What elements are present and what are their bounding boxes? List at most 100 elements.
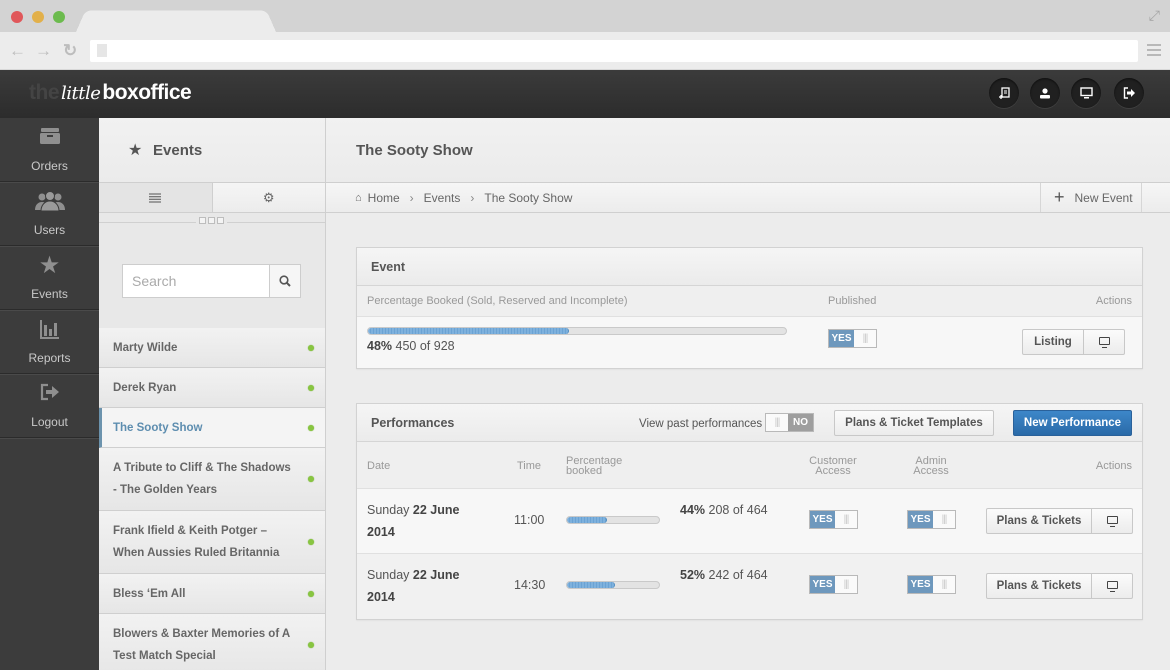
view-performance-button[interactable] xyxy=(1092,574,1132,598)
events-panel-title: Events xyxy=(153,142,203,159)
new-note-button[interactable] xyxy=(989,78,1019,108)
view-listing-button[interactable] xyxy=(1084,330,1124,354)
column-header-actions: Actions xyxy=(1095,460,1132,472)
browser-menu-icon[interactable] xyxy=(1147,44,1161,59)
plans-tickets-label: Plans & Tickets xyxy=(996,580,1082,592)
logo-the: the xyxy=(29,81,60,104)
nav-item-reports[interactable]: Reports xyxy=(0,310,99,374)
browser-tab[interactable] xyxy=(76,10,276,32)
minimize-window-button[interactable] xyxy=(32,11,44,23)
status-dot xyxy=(308,424,314,431)
column-header-actions: Actions xyxy=(1095,295,1132,307)
nav-item-users[interactable]: Users xyxy=(0,182,99,246)
forward-icon[interactable]: → xyxy=(35,41,52,61)
user-icon xyxy=(1040,88,1050,99)
plus-icon: + xyxy=(1054,187,1065,207)
booked-percent: 44% xyxy=(680,503,706,517)
monitor-icon xyxy=(1106,581,1118,592)
nav-item-events[interactable]: ★ Events xyxy=(0,246,99,310)
event-list-item[interactable]: Blowers & Baxter Memories of A Test Matc… xyxy=(99,614,325,670)
performance-date: Sunday 22 June 2014 xyxy=(367,564,487,608)
performance-date: Sunday 22 June 2014 xyxy=(367,499,487,543)
back-icon[interactable]: ← xyxy=(9,41,26,61)
maximize-window-button[interactable] xyxy=(53,11,65,23)
plans-tickets-button[interactable]: Plans & Tickets xyxy=(987,509,1092,533)
chevron-right-icon: › xyxy=(409,191,414,205)
toggle-grip: ||| xyxy=(843,579,850,590)
performance-booked: 44% 208 of 464 xyxy=(680,499,770,521)
column-header-published: Published xyxy=(828,295,877,307)
breadcrumb-current: The Sooty Show xyxy=(484,191,573,205)
event-panel: Event Percentage Booked (Sold, Reserved … xyxy=(356,247,1143,369)
performance-time: 14:30 xyxy=(514,578,546,592)
column-header-time: Time xyxy=(517,460,542,472)
view-past-toggle[interactable]: ||| NO xyxy=(765,413,814,432)
admin-access-toggle[interactable]: YES ||| xyxy=(907,575,956,594)
archive-icon xyxy=(0,127,99,151)
toggle-grip: ||| xyxy=(843,514,850,525)
event-list-item[interactable]: Frank Ifield & Keith Potger – When Aussi… xyxy=(99,511,325,574)
address-bar[interactable] xyxy=(90,40,1138,62)
view-performance-button[interactable] xyxy=(1092,509,1132,533)
monitor-icon xyxy=(1079,87,1093,99)
breadcrumb-events[interactable]: Events xyxy=(424,191,461,205)
toggle-state: NO xyxy=(788,414,813,431)
tab-settings[interactable]: ⚙ xyxy=(212,183,325,212)
sign-out-button[interactable] xyxy=(1114,78,1144,108)
breadcrumb-bar: ⌂ Home › Events › The Sooty Show + New E… xyxy=(326,183,1170,213)
admin-access-toggle[interactable]: YES ||| xyxy=(907,510,956,529)
fullscreen-icon[interactable]: ⤢ xyxy=(1149,7,1160,24)
event-list-item[interactable]: Bless ‘Em All xyxy=(99,574,325,614)
plans-tickets-button[interactable]: Plans & Tickets xyxy=(987,574,1092,598)
status-dot xyxy=(308,476,314,482)
event-list-item[interactable]: Marty Wilde xyxy=(99,328,325,368)
search-button[interactable] xyxy=(269,265,300,297)
plans-tickets-label: Plans & Tickets xyxy=(996,515,1082,527)
status-dot xyxy=(308,590,314,597)
close-window-button[interactable] xyxy=(11,11,23,23)
nav-label: Orders xyxy=(31,159,68,173)
event-name: Bless ‘Em All xyxy=(113,587,186,600)
page-header: The Sooty Show xyxy=(326,118,1170,183)
nav-item-orders[interactable]: Orders xyxy=(0,118,99,182)
plans-templates-label: Plans & Ticket Templates xyxy=(845,417,983,429)
listing-button[interactable]: Listing xyxy=(1023,330,1084,354)
toggle-grip: ||| xyxy=(941,514,948,525)
user-button[interactable] xyxy=(1030,78,1060,108)
monitor-icon xyxy=(1106,516,1118,527)
breadcrumb-home[interactable]: Home xyxy=(368,191,400,205)
toggle-state: YES xyxy=(908,576,933,593)
listing-label: Listing xyxy=(1034,336,1072,348)
customer-access-toggle[interactable]: YES ||| xyxy=(809,510,858,529)
logo[interactable]: the littleboxoffice xyxy=(29,81,192,105)
drag-handle[interactable] xyxy=(99,213,325,231)
event-search xyxy=(122,264,301,298)
tab-list-view[interactable] xyxy=(99,183,213,212)
performance-booked: 52% 242 of 464 xyxy=(680,564,770,586)
event-panel-header: Event xyxy=(357,248,1142,286)
event-list-item-selected[interactable]: The Sooty Show xyxy=(99,408,325,448)
plans-templates-button[interactable]: Plans & Ticket Templates xyxy=(834,410,994,436)
progress-fill xyxy=(567,517,608,523)
customer-access-toggle[interactable]: YES ||| xyxy=(809,575,858,594)
search-input[interactable] xyxy=(123,265,269,297)
new-event-button[interactable]: + New Event xyxy=(1040,183,1142,212)
published-toggle[interactable]: YES ||| xyxy=(828,329,877,348)
breadcrumb: ⌂ Home › Events › The Sooty Show xyxy=(355,191,572,205)
events-panel-header: ★ Events xyxy=(99,118,325,183)
new-performance-button[interactable]: New Performance xyxy=(1013,410,1132,436)
reload-icon[interactable]: ↻ xyxy=(63,41,77,61)
performance-row: Sunday 22 June 2014 11:00 44% 208 of 464… xyxy=(357,489,1142,554)
nav-item-logout[interactable]: Logout xyxy=(0,374,99,438)
events-panel-tabs: ⚙ xyxy=(99,183,325,213)
date-day: Sunday xyxy=(367,568,410,582)
logo-little: little xyxy=(61,83,101,104)
sign-out-icon xyxy=(0,383,99,407)
event-list-item[interactable]: A Tribute to Cliff & The Shadows - The G… xyxy=(99,448,325,511)
status-dot xyxy=(308,384,314,391)
logo-boxoffice: boxoffice xyxy=(102,81,192,104)
column-header-admin-access: Admin Access xyxy=(913,455,949,477)
event-list-item[interactable]: Derek Ryan xyxy=(99,368,325,408)
display-button[interactable] xyxy=(1071,78,1101,108)
performances-panel-title: Performances xyxy=(371,416,455,430)
